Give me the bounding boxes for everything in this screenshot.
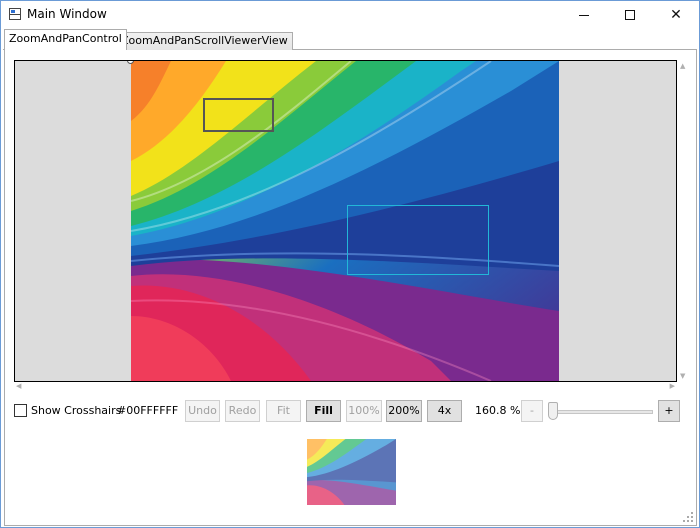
show-crosshairs-checkbox[interactable] bbox=[14, 404, 27, 417]
maximize-icon bbox=[625, 10, 635, 20]
close-button[interactable]: ✕ bbox=[653, 1, 699, 29]
viewport-rectangle[interactable] bbox=[347, 205, 489, 275]
vertical-scrollbar[interactable]: ▲ ▼ bbox=[677, 60, 690, 382]
title-bar[interactable]: Main Window ✕ bbox=[1, 1, 699, 29]
fit-button[interactable]: Fit bbox=[266, 400, 301, 422]
show-crosshairs-label[interactable]: Show Crosshairs bbox=[31, 404, 121, 417]
undo-button[interactable]: Undo bbox=[185, 400, 220, 422]
color-value: #00FFFFFF bbox=[117, 404, 179, 417]
redo-button[interactable]: Redo bbox=[225, 400, 260, 422]
window-title: Main Window bbox=[27, 7, 107, 21]
zoom-out-button[interactable]: - bbox=[521, 400, 543, 422]
rainbow-swirl-image bbox=[131, 61, 559, 381]
zoom-4x-button[interactable]: 4x bbox=[427, 400, 462, 422]
minimize-button[interactable] bbox=[561, 1, 607, 29]
scroll-right-icon[interactable]: ▶ bbox=[670, 382, 675, 390]
zoom-toolbar: Show Crosshairs #00FFFFFF Undo Redo Fit … bbox=[5, 398, 698, 424]
zoom-slider-track[interactable] bbox=[551, 410, 653, 414]
resize-grip[interactable] bbox=[683, 512, 693, 522]
tab-strip: ZoomAndPanControl ZoomAndPanScrollViewer… bbox=[3, 29, 697, 50]
close-icon: ✕ bbox=[670, 7, 682, 23]
zoom-200-button[interactable]: 200% bbox=[386, 400, 422, 422]
tab-zoom-and-pan-scroll-viewer-view[interactable]: ZoomAndPanScrollViewerView bbox=[116, 32, 293, 50]
zoom-in-button[interactable]: + bbox=[658, 400, 680, 422]
zoom-and-pan-viewer[interactable] bbox=[14, 60, 677, 382]
zoom-level-readout: 160.8 % bbox=[475, 404, 521, 417]
maximize-button[interactable] bbox=[607, 1, 653, 29]
minimize-icon bbox=[579, 14, 589, 16]
tab-content: ▲ ▼ ◀ ▶ Show Crosshairs #00FFFFFF Undo R… bbox=[4, 50, 697, 526]
main-window: Main Window ✕ ZoomAndPanControl ZoomAndP… bbox=[0, 0, 700, 528]
tab-zoom-and-pan-control[interactable]: ZoomAndPanControl bbox=[4, 29, 127, 50]
overview-thumbnail[interactable] bbox=[307, 439, 396, 505]
app-window-icon bbox=[9, 8, 21, 20]
scroll-up-icon[interactable]: ▲ bbox=[680, 62, 685, 70]
zoom-selection-rectangle[interactable] bbox=[203, 98, 274, 132]
zoom-100-button[interactable]: 100% bbox=[346, 400, 382, 422]
fill-button[interactable]: Fill bbox=[306, 400, 341, 422]
scroll-left-icon[interactable]: ◀ bbox=[16, 382, 21, 390]
scroll-down-icon[interactable]: ▼ bbox=[680, 372, 685, 380]
horizontal-scrollbar[interactable]: ◀ ▶ bbox=[14, 382, 677, 393]
zoom-slider-thumb[interactable] bbox=[548, 402, 559, 420]
